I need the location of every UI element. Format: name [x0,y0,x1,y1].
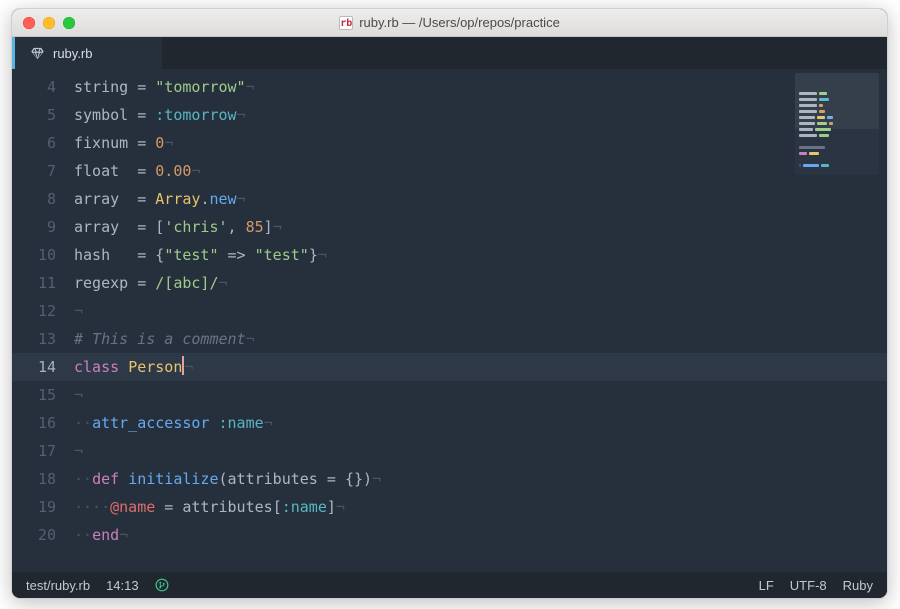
code-line[interactable]: 16··attr_accessor :name¬ [12,409,887,437]
code-content[interactable]: ··end¬ [74,521,128,549]
minimize-button[interactable] [43,17,55,29]
code-content[interactable]: ¬ [74,381,83,409]
code-line[interactable]: 13# This is a comment¬ [12,325,887,353]
newline-glyph: ¬ [119,526,128,544]
code-content[interactable]: ¬ [74,437,83,465]
gutter-line-number[interactable]: 17 [12,437,74,465]
newline-glyph: ¬ [264,414,273,432]
gutter-line-number[interactable]: 11 [12,269,74,297]
code-line[interactable]: 11regexp = /[abc]/¬ [12,269,887,297]
code-content[interactable]: class Person¬ [74,353,193,381]
code-line[interactable]: 8array = Array.new¬ [12,185,887,213]
code-content[interactable]: regexp = /[abc]/¬ [74,269,228,297]
code-line[interactable]: 7float = 0.00¬ [12,157,887,185]
code-line[interactable]: 9array = ['chris', 85]¬ [12,213,887,241]
window-title-wrap: rb ruby.rb — /Users/op/repos/practice [12,9,887,36]
code-content[interactable]: ··attr_accessor :name¬ [74,409,273,437]
gutter-line-number[interactable]: 10 [12,241,74,269]
newline-glyph: ¬ [237,106,246,124]
code-content[interactable]: hash = {"test" => "test"}¬ [74,241,327,269]
minimap[interactable] [795,73,879,175]
code-line[interactable]: 15¬ [12,381,887,409]
newline-glyph: ¬ [191,162,200,180]
maximize-button[interactable] [63,17,75,29]
tab-ruby-rb[interactable]: ruby.rb [12,37,162,69]
newline-glyph: ¬ [74,302,83,320]
gutter-line-number[interactable]: 14 [12,353,74,381]
ruby-icon [30,46,45,61]
gutter-line-number[interactable]: 13 [12,325,74,353]
gutter-line-number[interactable]: 4 [12,73,74,101]
gutter-line-number[interactable]: 6 [12,129,74,157]
tab-bar: ruby.rb [12,37,887,69]
gutter-line-number[interactable]: 9 [12,213,74,241]
gutter-line-number[interactable]: 19 [12,493,74,521]
gutter-line-number[interactable]: 5 [12,101,74,129]
editor-window: rb ruby.rb — /Users/op/repos/practice ru… [11,8,888,599]
code-line[interactable]: 20··end¬ [12,521,887,549]
close-button[interactable] [23,17,35,29]
code-line[interactable]: 17¬ [12,437,887,465]
code-content[interactable]: fixnum = 0¬ [74,129,173,157]
code-content[interactable]: array = Array.new¬ [74,185,246,213]
gutter-line-number[interactable]: 20 [12,521,74,549]
gutter-line-number[interactable]: 15 [12,381,74,409]
newline-glyph: ¬ [74,442,83,460]
status-bar: test/ruby.rb 14:13 LF UTF-8 Ruby [12,572,887,598]
status-language[interactable]: Ruby [843,578,873,593]
newline-glyph: ¬ [318,246,327,264]
code-line[interactable]: 4string = "tomorrow"¬ [12,73,887,101]
status-encoding[interactable]: UTF-8 [790,578,827,593]
editor-area[interactable]: 4string = "tomorrow"¬5symbol = :tomorrow… [12,69,887,572]
newline-glyph: ¬ [74,386,83,404]
titlebar: rb ruby.rb — /Users/op/repos/practice [12,9,887,37]
gutter-line-number[interactable]: 7 [12,157,74,185]
code-line[interactable]: 14class Person¬ [12,353,887,381]
newline-glyph: ¬ [273,218,282,236]
code-content[interactable]: array = ['chris', 85]¬ [74,213,282,241]
gutter-line-number[interactable]: 12 [12,297,74,325]
newline-glyph: ¬ [246,330,255,348]
code-content[interactable]: string = "tomorrow"¬ [74,73,255,101]
gutter-line-number[interactable]: 8 [12,185,74,213]
newline-glyph: ¬ [164,134,173,152]
traffic-lights [12,17,75,29]
newline-glyph: ¬ [184,358,193,376]
code-content[interactable]: ····@name = attributes[:name]¬ [74,493,345,521]
newline-glyph: ¬ [219,274,228,292]
code-line[interactable]: 6fixnum = 0¬ [12,129,887,157]
status-cursor-position[interactable]: 14:13 [106,578,139,593]
minimap-viewport[interactable] [795,73,879,129]
code-content[interactable]: # This is a comment¬ [74,325,255,353]
newline-glyph: ¬ [246,78,255,96]
status-filepath[interactable]: test/ruby.rb [26,578,90,593]
file-type-icon: rb [339,16,353,30]
code-content[interactable]: float = 0.00¬ [74,157,200,185]
code-line[interactable]: 10hash = {"test" => "test"}¬ [12,241,887,269]
code-block[interactable]: 4string = "tomorrow"¬5symbol = :tomorrow… [12,69,887,572]
newline-glyph: ¬ [336,498,345,516]
code-content[interactable]: symbol = :tomorrow¬ [74,101,246,129]
git-branch-icon[interactable] [155,578,169,592]
code-line[interactable]: 5symbol = :tomorrow¬ [12,101,887,129]
code-content[interactable]: ¬ [74,297,83,325]
gutter-line-number[interactable]: 16 [12,409,74,437]
code-line[interactable]: 12¬ [12,297,887,325]
newline-glyph: ¬ [372,470,381,488]
code-content[interactable]: ··def initialize(attributes = {})¬ [74,465,381,493]
newline-glyph: ¬ [237,190,246,208]
tab-active-indicator [12,37,15,69]
gutter-line-number[interactable]: 18 [12,465,74,493]
status-line-ending[interactable]: LF [759,578,774,593]
window-title: ruby.rb — /Users/op/repos/practice [359,15,560,30]
code-line[interactable]: 18··def initialize(attributes = {})¬ [12,465,887,493]
tab-title: ruby.rb [53,46,93,61]
code-line[interactable]: 19····@name = attributes[:name]¬ [12,493,887,521]
